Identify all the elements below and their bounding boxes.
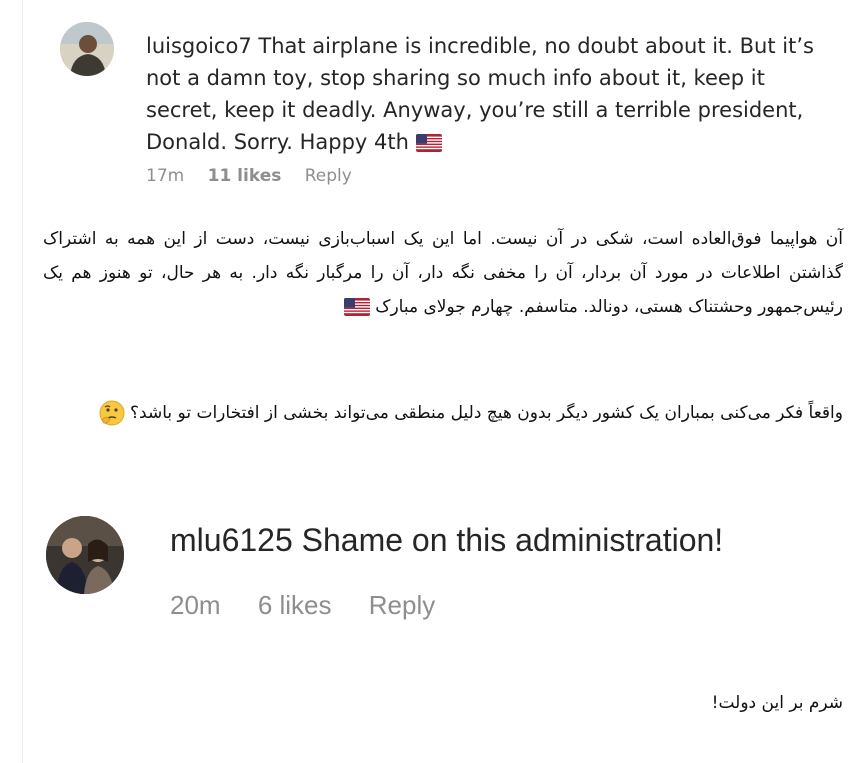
- us-flag-icon: [343, 298, 370, 316]
- note-paragraph: واقعاً فکر می‌کنی بمباران یک کشور دیگر ب…: [43, 396, 843, 430]
- translation-text: آن هواپیما فوق‌العاده است، شکی در آن نیس…: [43, 229, 843, 317]
- comment-time: 17m: [146, 166, 185, 186]
- comment-meta: 20m 6 likes Reply: [170, 590, 465, 621]
- left-divider: [22, 0, 23, 763]
- us-flag-icon: [415, 134, 442, 152]
- comment-username[interactable]: luisgoico7: [146, 34, 252, 58]
- comment-username[interactable]: mlu6125: [170, 522, 293, 558]
- comment-likes[interactable]: 6 likes: [258, 590, 332, 620]
- reply-button[interactable]: Reply: [305, 166, 352, 186]
- comment-body: luisgoico7 That airplane is incredible, …: [146, 30, 836, 158]
- reply-button[interactable]: Reply: [369, 590, 435, 620]
- avatar[interactable]: [60, 22, 114, 76]
- translation-text: شرم بر این دولت!: [711, 693, 843, 713]
- comment-meta: 17m 11 likes Reply: [146, 166, 370, 186]
- thinking-face-icon: [99, 400, 125, 426]
- avatar[interactable]: [46, 516, 124, 594]
- comment-likes[interactable]: 11 likes: [208, 166, 282, 186]
- comment-body: mlu6125 Shame on this administration!: [170, 522, 723, 559]
- note-text: واقعاً فکر می‌کنی بمباران یک کشور دیگر ب…: [130, 403, 843, 423]
- comment-text: Shame on this administration!: [301, 522, 724, 558]
- translation-paragraph: شرم بر این دولت!: [443, 686, 843, 720]
- translation-paragraph: آن هواپیما فوق‌العاده است، شکی در آن نیس…: [43, 222, 843, 324]
- comment-time: 20m: [170, 590, 221, 620]
